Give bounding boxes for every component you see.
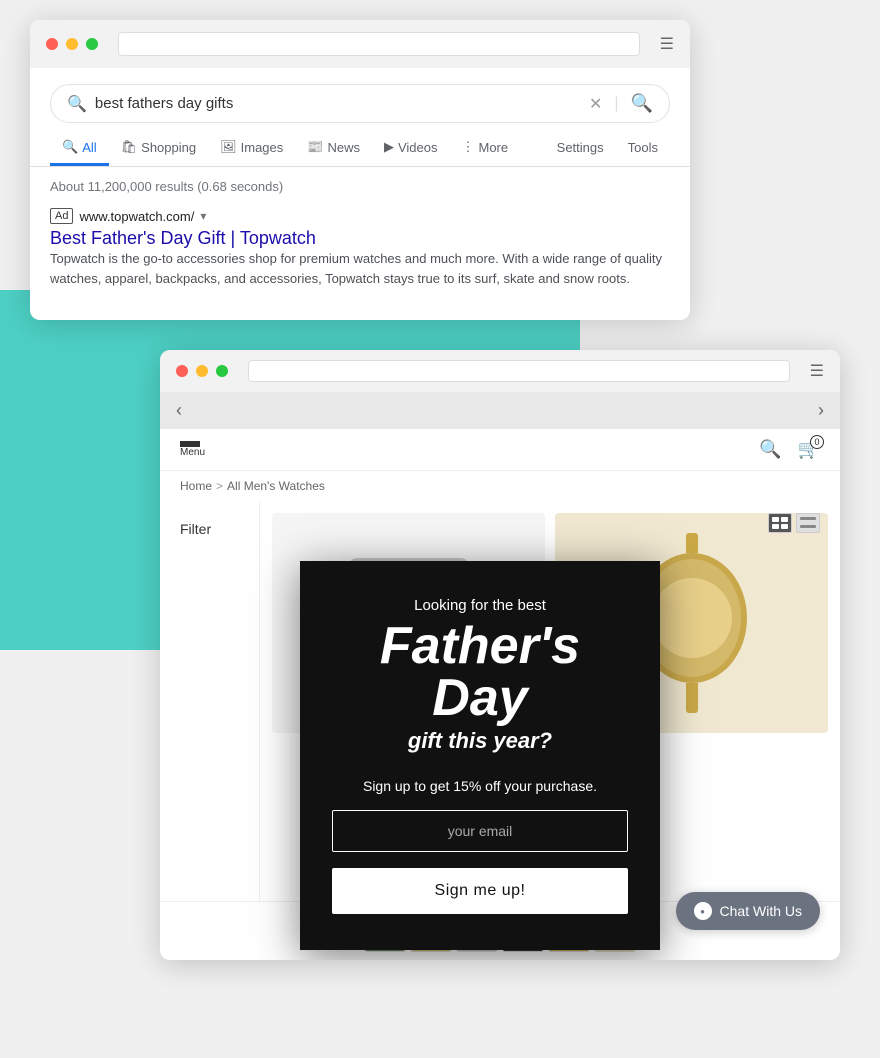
filter-sidebar: Filter xyxy=(160,501,260,901)
clear-search-icon[interactable]: ✕ xyxy=(589,94,602,114)
address-bar-2[interactable] xyxy=(248,360,790,382)
search-tabs: 🔍 All 🛍 Shopping 🖼 Images 📰 News ▶ Video… xyxy=(30,123,690,167)
popup-email-input[interactable] xyxy=(332,810,628,852)
email-popup: Looking for the best Father's Day gift t… xyxy=(300,561,660,950)
cart-count: 0 xyxy=(810,435,824,449)
videos-icon: ▶ xyxy=(384,139,394,155)
result-title-link[interactable]: Best Father's Day Gift | Topwatch xyxy=(50,228,316,248)
result-description: Topwatch is the go-to accessories shop f… xyxy=(50,249,670,288)
images-icon: 🖼 xyxy=(220,139,237,155)
minimize-button-2[interactable] xyxy=(196,365,208,377)
ad-label-area: Ad www.topwatch.com/ ▾ xyxy=(50,208,670,224)
chat-with-us-button[interactable]: Chat With Us xyxy=(676,892,820,930)
grid-cell-4 xyxy=(781,524,788,529)
browser-titlebar-1: ☰ xyxy=(30,20,690,68)
popup-submit-button[interactable]: Sign me up! xyxy=(332,868,628,914)
search-lens-icon: 🔍 xyxy=(67,94,87,114)
tab-news-label: News xyxy=(327,140,360,155)
popup-title-sub: gift this year? xyxy=(332,728,628,754)
grid-list-button[interactable] xyxy=(796,513,820,533)
grid-toggle-area xyxy=(768,513,820,533)
results-count: About 11,200,000 results (0.68 seconds) xyxy=(50,179,670,194)
menu-label: Menu xyxy=(180,447,205,458)
tab-all-label: All xyxy=(82,140,96,155)
divider: | xyxy=(614,95,618,113)
nav-back-arrow[interactable]: ‹ xyxy=(176,400,182,421)
tab-videos[interactable]: ▶ Videos xyxy=(372,131,450,166)
search-icon[interactable]: 🔍 xyxy=(759,439,781,460)
tab-news[interactable]: 📰 News xyxy=(295,131,372,166)
watch-face xyxy=(652,578,732,658)
maximize-button-2[interactable] xyxy=(216,365,228,377)
browser-titlebar-2: ☰ xyxy=(160,350,840,392)
breadcrumb-home[interactable]: Home xyxy=(180,479,212,493)
tab-shopping-label: Shopping xyxy=(141,140,196,155)
grid-cell-3 xyxy=(772,524,779,529)
tab-more[interactable]: ⋮ More xyxy=(449,131,520,166)
search-input[interactable]: best fathers day gifts xyxy=(95,95,581,112)
more-dots-icon: ⋮ xyxy=(461,139,474,155)
maximize-button[interactable] xyxy=(86,38,98,50)
tab-shopping[interactable]: 🛍 Shopping xyxy=(109,131,208,166)
shop-header-icons: 🔍 🛒 0 xyxy=(759,439,820,460)
chat-label: Chat With Us xyxy=(720,903,802,919)
hamburger-menu-icon-2[interactable]: ☰ xyxy=(810,361,824,381)
grid-cell-1 xyxy=(772,517,779,522)
grid-cell-2 xyxy=(781,517,788,522)
filter-label[interactable]: Filter xyxy=(180,521,211,537)
breadcrumb-current: All Men's Watches xyxy=(227,479,325,493)
tab-images-label: Images xyxy=(241,140,284,155)
ad-url: www.topwatch.com/ xyxy=(79,209,194,224)
tab-settings[interactable]: Settings xyxy=(545,132,616,166)
news-icon: 📰 xyxy=(307,139,323,155)
tab-tools-label: Tools xyxy=(628,140,658,155)
chat-bubble-icon xyxy=(694,902,712,920)
shop-browser-window: ☰ ‹ › Menu 🔍 🛒 0 Home > All Men's Watche… xyxy=(160,350,840,960)
menu-icon-area[interactable]: Menu xyxy=(180,441,205,458)
cart-icon[interactable]: 🛒 0 xyxy=(798,439,820,460)
popup-subtitle: Looking for the best xyxy=(332,597,628,614)
watch-band-top xyxy=(686,533,698,553)
search-submit-icon[interactable]: 🔍 xyxy=(631,93,653,114)
close-button-2[interactable] xyxy=(176,365,188,377)
grid-2col-button[interactable] xyxy=(768,513,792,533)
google-browser-window: ☰ 🔍 best fathers day gifts ✕ | 🔍 🔍 All 🛍… xyxy=(30,20,690,320)
breadcrumb-separator: > xyxy=(216,479,223,493)
shopping-icon: 🛍 xyxy=(121,139,138,155)
list-line-1 xyxy=(800,517,816,520)
all-icon: 🔍 xyxy=(62,139,78,155)
search-bar-area: 🔍 best fathers day gifts ✕ | 🔍 xyxy=(30,68,690,123)
close-button[interactable] xyxy=(46,38,58,50)
minimize-button[interactable] xyxy=(66,38,78,50)
tab-videos-label: Videos xyxy=(398,140,438,155)
google-search-content: 🔍 best fathers day gifts ✕ | 🔍 🔍 All 🛍 S… xyxy=(30,68,690,320)
tab-images[interactable]: 🖼 Images xyxy=(208,131,295,166)
ad-dropdown-icon[interactable]: ▾ xyxy=(200,209,206,223)
watch-band-bottom-analog xyxy=(686,683,698,713)
tab-tools[interactable]: Tools xyxy=(616,132,670,166)
shop-nav-arrows: ‹ › xyxy=(160,392,840,429)
list-line-2 xyxy=(800,525,816,528)
popup-title: Father's Day xyxy=(332,620,628,724)
tab-settings-label: Settings xyxy=(557,140,604,155)
popup-offer: Sign up to get 15% off your purchase. xyxy=(332,778,628,794)
search-input-wrapper: 🔍 best fathers day gifts ✕ | 🔍 xyxy=(50,84,670,123)
ad-badge: Ad xyxy=(50,208,73,224)
tab-all[interactable]: 🔍 All xyxy=(50,131,109,166)
shop-content-area: Filter xyxy=(160,501,840,901)
search-results-area: About 11,200,000 results (0.68 seconds) … xyxy=(30,167,690,300)
breadcrumb: Home > All Men's Watches xyxy=(160,471,840,501)
nav-forward-arrow[interactable]: › xyxy=(818,400,824,421)
shop-header: Menu 🔍 🛒 0 xyxy=(160,429,840,471)
hamburger-menu-icon[interactable]: ☰ xyxy=(660,34,674,54)
tab-more-label: More xyxy=(478,140,508,155)
address-bar-1[interactable] xyxy=(118,32,640,56)
